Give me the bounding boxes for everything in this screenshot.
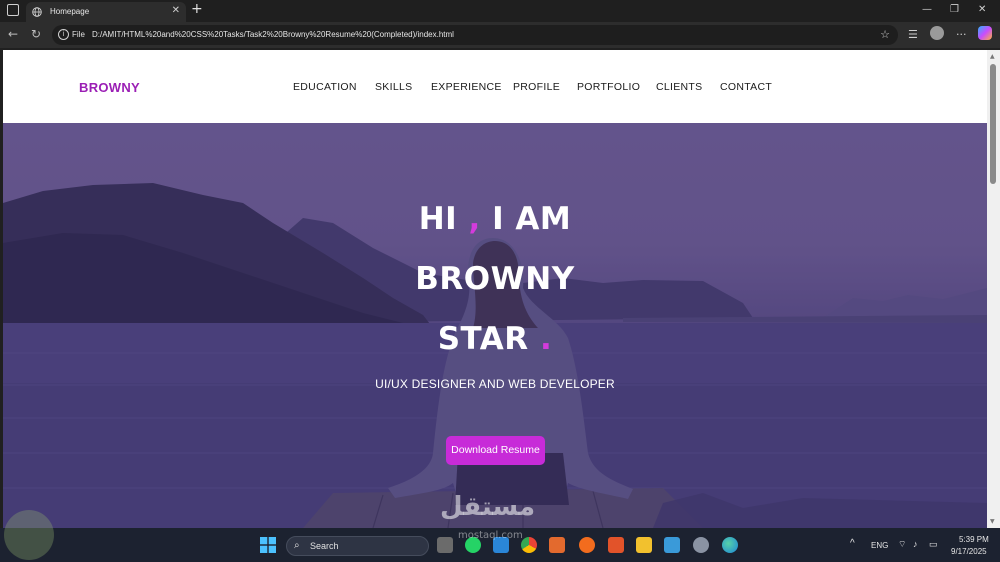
minimize-icon[interactable]: —	[922, 4, 932, 15]
address-url[interactable]: D:/AMIT/HTML%20and%20CSS%20Tasks/Task2%2…	[92, 30, 454, 39]
hero-name: BROWNY	[415, 261, 575, 297]
reload-icon[interactable]: ↻	[31, 27, 41, 41]
hero-section: HI , I AM BROWNY STAR . UI/UX DESIGNER A…	[3, 123, 987, 528]
remote-desktop-icon[interactable]	[664, 537, 680, 553]
page-scrollbar[interactable]: ▲ ▼	[987, 50, 1000, 528]
volume-icon[interactable]: ♪	[913, 539, 918, 549]
chevron-up-icon[interactable]: ^	[850, 538, 855, 549]
address-bar[interactable]: i File D:/AMIT/HTML%20and%20CSS%20Tasks/…	[52, 25, 898, 45]
hero-comma: ,	[468, 201, 481, 237]
restore-icon[interactable]: ❐	[950, 4, 959, 15]
xampp-icon[interactable]	[608, 537, 624, 553]
favorite-star-icon[interactable]: ☆	[880, 28, 890, 41]
nav-clients[interactable]: CLIENTS	[656, 81, 702, 93]
corner-seal-watermark	[4, 510, 54, 560]
wifi-icon[interactable]: ⌔	[898, 539, 906, 550]
profile-avatar[interactable]	[930, 26, 944, 43]
tab-title: Homepage	[50, 7, 90, 16]
hero-greeting-hi: HI	[418, 201, 458, 237]
copilot-icon[interactable]	[978, 26, 992, 43]
scroll-up-icon[interactable]: ▲	[990, 53, 995, 60]
app-icon-orange-box[interactable]	[549, 537, 565, 553]
site-logo[interactable]: BROWNY	[79, 80, 140, 95]
browser-tab-strip: Homepage ✕ + — ❐ ✕	[0, 0, 1000, 22]
nav-portfolio[interactable]: PORTFOLIO	[577, 81, 640, 93]
start-icon[interactable]	[260, 537, 276, 553]
more-menu-icon[interactable]: ···	[956, 28, 967, 41]
chrome-icon[interactable]	[521, 537, 537, 553]
info-icon[interactable]: i	[58, 29, 69, 40]
hero-dot: .	[539, 321, 553, 357]
nav-experience[interactable]: EXPERIENCE	[431, 81, 502, 93]
globe-icon	[32, 7, 42, 17]
taskbar-search-label: Search	[310, 541, 339, 551]
watermark-logo: مستقل	[440, 492, 536, 522]
scroll-down-icon[interactable]: ▼	[990, 518, 995, 525]
watermark-url: mostaql.com	[458, 530, 523, 541]
language-indicator[interactable]: ENG	[871, 541, 888, 550]
battery-icon[interactable]: ▭	[929, 539, 938, 550]
back-icon[interactable]: ←	[8, 27, 18, 41]
nav-profile[interactable]: PROFILE	[513, 81, 560, 93]
taskbar-search[interactable]: ⌕ Search	[286, 536, 429, 556]
file-explorer-app-icon[interactable]	[437, 537, 453, 553]
hero-star: STAR	[437, 321, 529, 357]
scrollbar-thumb[interactable]	[990, 64, 996, 184]
settings-gear-icon[interactable]	[693, 537, 709, 553]
hero-greeting-iam: I AM	[492, 201, 572, 237]
browser-toolbar: ← ↻ i File D:/AMIT/HTML%20and%20CSS%20Ta…	[0, 22, 1000, 48]
search-icon: ⌕	[294, 540, 300, 551]
nav-skills[interactable]: SKILLS	[375, 81, 412, 93]
browser-tab[interactable]: Homepage ✕	[26, 2, 186, 22]
address-scheme-label: File	[72, 30, 85, 39]
hero-title-line: STAR .	[3, 321, 987, 357]
nav-education[interactable]: EDUCATION	[293, 81, 357, 93]
close-window-icon[interactable]: ✕	[978, 4, 986, 15]
new-tab-button[interactable]: +	[191, 1, 203, 17]
page-viewport: BROWNY EDUCATION SKILLS EXPERIENCE PROFI…	[3, 50, 987, 528]
hero-greeting: HI , I AM	[3, 201, 987, 237]
close-tab-icon[interactable]: ✕	[172, 5, 180, 16]
download-resume-button[interactable]: Download Resume	[446, 436, 545, 465]
clock-date[interactable]: 9/17/2025	[951, 547, 987, 556]
postman-icon[interactable]	[579, 537, 595, 553]
folder-icon[interactable]	[636, 537, 652, 553]
nav-contact[interactable]: CONTACT	[720, 81, 772, 93]
clock-time[interactable]: 5:39 PM	[959, 535, 989, 544]
hero-subtitle: UI/UX DESIGNER AND WEB DEVELOPER	[375, 377, 615, 391]
tab-actions-icon[interactable]	[7, 4, 19, 16]
edge-icon[interactable]	[722, 537, 738, 553]
favorites-icon[interactable]: ☰	[908, 28, 918, 41]
site-header: BROWNY EDUCATION SKILLS EXPERIENCE PROFI…	[3, 50, 987, 123]
